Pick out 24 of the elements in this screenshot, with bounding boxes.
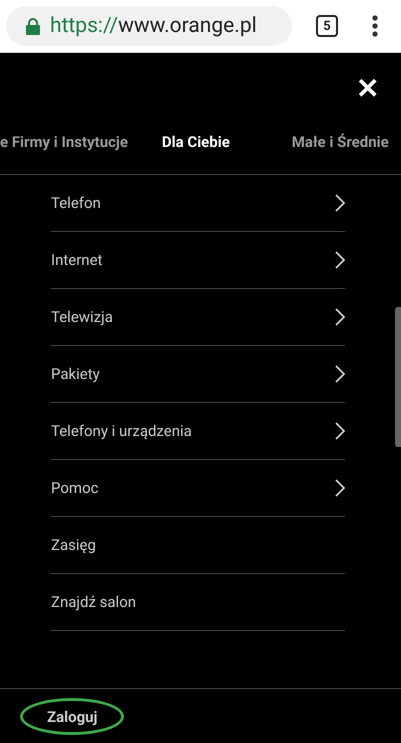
menu-icon[interactable]	[372, 15, 378, 37]
menu-item[interactable]: Telefony i urządzenia	[51, 422, 192, 440]
lock-icon	[26, 18, 40, 34]
chevron-icon	[335, 479, 345, 497]
chevron-icon	[335, 194, 345, 212]
category-tab[interactable]: e Firmy i Instytucje	[0, 132, 128, 150]
category-tab[interactable]: Dla Ciebie	[162, 132, 230, 150]
menu-item[interactable]: Pomoc	[51, 479, 98, 497]
login-button[interactable]: Zaloguj	[47, 708, 98, 726]
category-tab[interactable]: Małe i Średnie	[292, 132, 389, 150]
menu-item[interactable]: Telewizja	[51, 308, 113, 326]
tab-count-button[interactable]: 5	[316, 15, 338, 37]
menu-item[interactable]: Internet	[51, 251, 102, 269]
menu-item[interactable]: Zasięg	[51, 536, 96, 554]
menu-item[interactable]: Znajdź salon	[51, 593, 136, 611]
chevron-icon	[335, 365, 345, 383]
chevron-icon	[335, 251, 345, 269]
chevron-icon	[335, 308, 345, 326]
url-text: https://www.orange.pl	[50, 14, 257, 38]
close-button[interactable]: ✕	[356, 73, 379, 105]
address-bar[interactable]: https://www.orange.pl	[6, 6, 292, 46]
menu-item[interactable]: Pakiety	[51, 365, 100, 383]
menu-item[interactable]: Telefon	[51, 194, 101, 212]
chevron-icon	[335, 422, 345, 440]
